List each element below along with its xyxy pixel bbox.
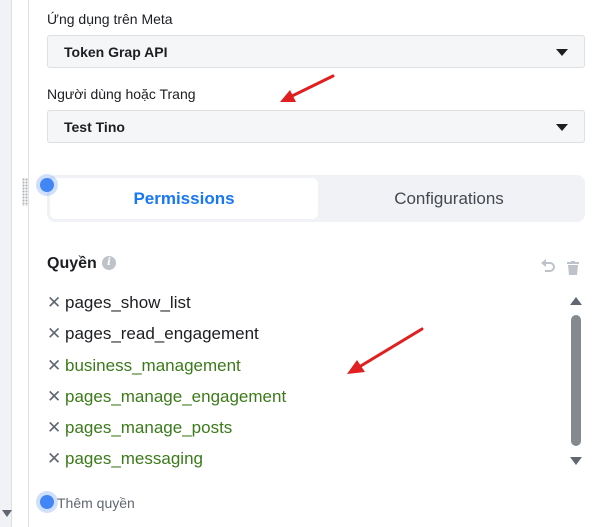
permission-name: pages_messaging: [65, 449, 203, 469]
permission-name: pages_show_list: [65, 293, 191, 312]
tab-bar: Permissions Configurations: [47, 175, 585, 222]
remove-icon[interactable]: ✕: [47, 445, 61, 473]
app-select-value: Token Grap API: [64, 44, 168, 60]
tab-configurations[interactable]: Configurations: [315, 178, 583, 219]
user-or-page-select[interactable]: Test Tino: [47, 110, 585, 143]
permissions-list: ✕ pages_show_list ✕ pages_read_engagemen…: [47, 289, 562, 477]
panel-divider: [28, 0, 29, 527]
annotation-arrow-icon: [347, 327, 424, 374]
undo-icon[interactable]: [540, 259, 556, 275]
collapse-arrow-icon[interactable]: [2, 510, 12, 517]
permission-name: pages_read_engagement: [65, 324, 259, 344]
info-icon[interactable]: i: [102, 256, 116, 270]
trash-icon[interactable]: [566, 261, 580, 275]
chevron-down-icon: [556, 124, 568, 131]
permission-item: ✕ pages_read_engagement: [47, 320, 562, 351]
user-or-page-label: Người dùng hoặc Trang: [47, 86, 196, 102]
scrollbar-thumb[interactable]: [571, 315, 581, 446]
resize-handle[interactable]: [22, 178, 28, 206]
permissions-title: Quyền: [47, 255, 97, 272]
permission-item: ✕ pages_show_list: [47, 289, 562, 320]
permission-item: ✕ business_management: [47, 352, 562, 383]
remove-icon[interactable]: ✕: [47, 414, 61, 442]
user-or-page-select-value: Test Tino: [64, 119, 125, 135]
permission-name: pages_manage_posts: [65, 418, 233, 438]
left-panel-edge: [0, 0, 12, 527]
add-permission-input[interactable]: Thêm quyền: [57, 495, 135, 511]
remove-icon[interactable]: ✕: [47, 352, 61, 380]
permission-item: ✕ pages_manage_posts: [47, 414, 562, 445]
scroll-up-arrow-icon[interactable]: [570, 297, 582, 305]
app-select[interactable]: Token Grap API: [47, 35, 585, 68]
scroll-down-arrow-icon[interactable]: [570, 457, 582, 465]
chevron-down-icon: [556, 49, 568, 56]
focus-dot: [40, 495, 54, 509]
permission-item: ✕ pages_manage_engagement: [47, 383, 562, 414]
permission-item: ✕ pages_messaging: [47, 445, 562, 476]
remove-icon[interactable]: ✕: [47, 289, 61, 317]
remove-icon[interactable]: ✕: [47, 320, 61, 348]
annotation-arrow-icon: [280, 74, 335, 102]
permission-name: pages_manage_engagement: [65, 386, 287, 406]
tab-permissions[interactable]: Permissions: [50, 178, 318, 219]
focus-dot: [40, 178, 54, 192]
remove-icon[interactable]: ✕: [47, 383, 61, 411]
permission-name: business_management: [65, 355, 241, 375]
app-label: Ứng dụng trên Meta: [47, 11, 173, 27]
